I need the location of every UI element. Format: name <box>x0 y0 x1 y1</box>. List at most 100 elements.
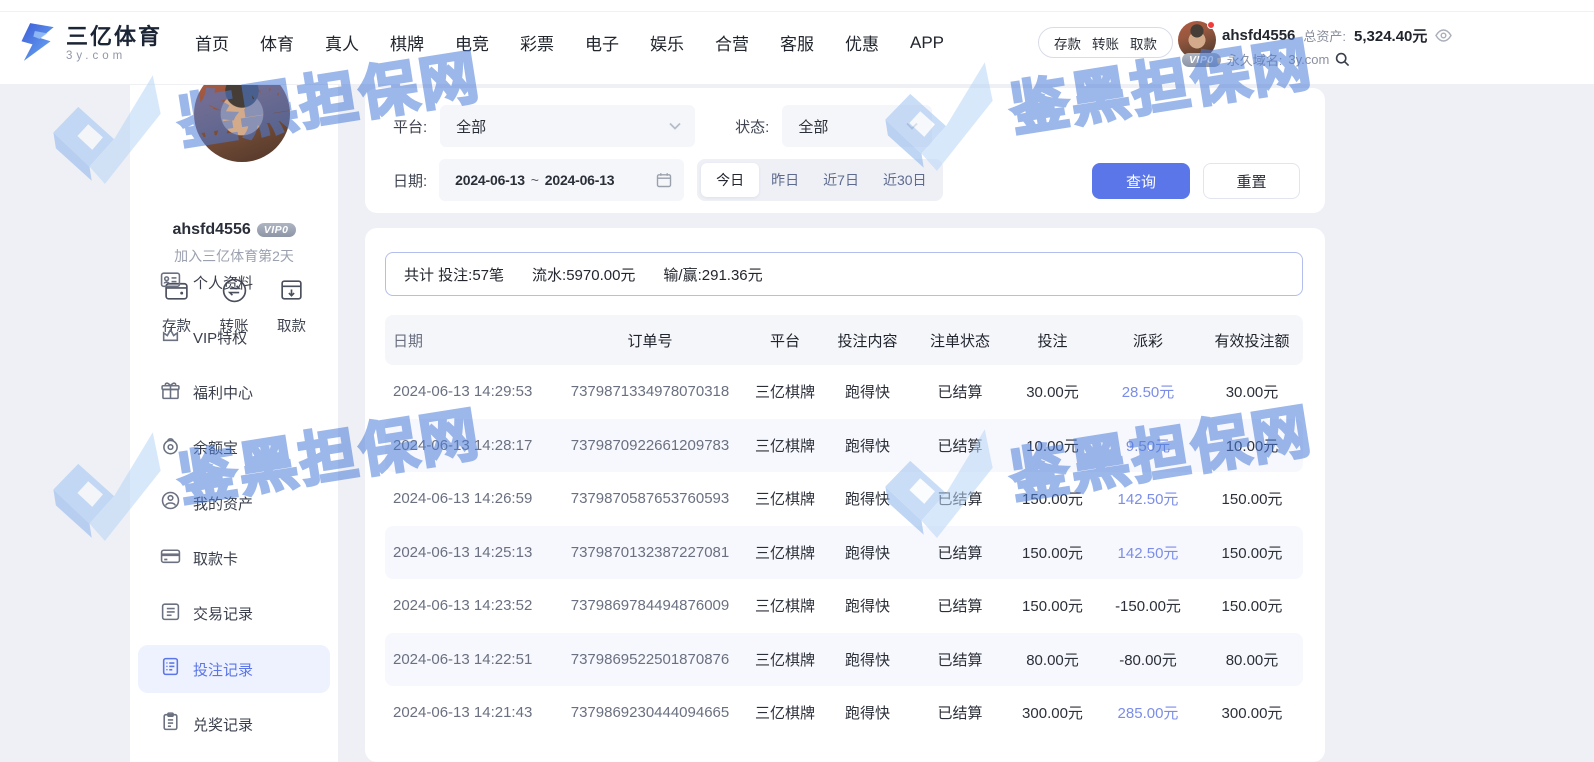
col-content: 投注内容 <box>825 330 910 351</box>
cell-platform: 三亿棋牌 <box>745 488 825 509</box>
cell-bet: 10.00元 <box>1010 435 1095 456</box>
cell-date: 2024-06-13 14:26:59 <box>385 490 555 507</box>
profile-name: ahsfd4556 <box>172 221 250 239</box>
range-today[interactable]: 今日 <box>701 163 759 197</box>
table-body: 2024-06-13 14:29:53 7379871334978070318 … <box>385 365 1303 740</box>
logo-text: 三亿体育 3y.com <box>66 25 162 64</box>
eye-icon[interactable] <box>1435 29 1452 42</box>
status-select[interactable]: 全部 <box>782 105 932 147</box>
cell-status: 已结算 <box>910 595 1010 616</box>
cell-status: 已结算 <box>910 649 1010 670</box>
nav-item-lottery[interactable]: 彩票 <box>520 30 554 55</box>
cell-status: 已结算 <box>910 702 1010 723</box>
summary-total: 共计 投注:57笔 <box>404 264 504 285</box>
transfer-link[interactable]: 转账 <box>1092 33 1119 53</box>
cell-content: 跑得快 <box>825 381 910 402</box>
sidebar-item-yuebao[interactable]: 余额宝 <box>138 424 330 472</box>
col-bet: 投注 <box>1010 330 1095 351</box>
search-icon[interactable] <box>1335 52 1350 67</box>
cell-content: 跑得快 <box>825 435 910 456</box>
platform-select[interactable]: 全部 <box>440 105 695 147</box>
cell-platform: 三亿棋牌 <box>745 381 825 402</box>
gift-icon <box>160 380 181 406</box>
cell-payout: 28.50元 <box>1095 381 1201 402</box>
cell-order: 7379870132387227081 <box>555 544 745 561</box>
nav-item-promo[interactable]: 优惠 <box>845 30 879 55</box>
reset-button[interactable]: 重置 <box>1203 163 1300 199</box>
sidebar-item-label: 交易记录 <box>193 603 253 624</box>
nav-item-live[interactable]: 真人 <box>325 30 359 55</box>
domain-label: 永久域名: <box>1227 50 1283 69</box>
nav-item-app[interactable]: APP <box>910 33 944 53</box>
cell-content: 跑得快 <box>825 702 910 723</box>
cell-content: 跑得快 <box>825 542 910 563</box>
range-30days[interactable]: 近30日 <box>871 163 939 197</box>
nav-item-partner[interactable]: 合营 <box>715 30 749 55</box>
bet-records-panel: 共计 投注:57笔 流水:5970.00元 输/赢:291.36元 日期 订单号… <box>365 228 1325 762</box>
range-yesterday[interactable]: 昨日 <box>759 163 811 197</box>
sidebar-item-label: 兑奖记录 <box>193 714 253 735</box>
date-range-input[interactable]: 2024-06-13~2024-06-13 <box>439 159 684 201</box>
col-valid: 有效投注额 <box>1201 330 1303 351</box>
cell-bet: 150.00元 <box>1010 542 1095 563</box>
id-card-icon <box>160 269 181 295</box>
sidebar-item-transactions[interactable]: 交易记录 <box>138 590 330 638</box>
search-button[interactable]: 查询 <box>1092 163 1190 199</box>
sidebar-item-redeem-records[interactable]: 兑奖记录 <box>138 700 330 748</box>
withdraw-link[interactable]: 取款 <box>1130 33 1157 53</box>
nav-item-sports[interactable]: 体育 <box>260 30 294 55</box>
crown-icon <box>160 324 181 350</box>
logo-title: 三亿体育 <box>66 25 162 49</box>
range-7days[interactable]: 近7日 <box>811 163 871 197</box>
nav-item-slots[interactable]: 电子 <box>585 30 619 55</box>
sidebar-menu: 个人资料 VIP特权 福利中心 <box>130 258 338 756</box>
nav-item-chess[interactable]: 棋牌 <box>390 30 424 55</box>
nav-item-home[interactable]: 首页 <box>195 30 229 55</box>
platform-label: 平台: <box>393 116 427 137</box>
cell-order: 7379871334978070318 <box>555 383 745 400</box>
calendar-icon[interactable] <box>656 172 672 188</box>
deposit-link[interactable]: 存款 <box>1054 33 1081 53</box>
site-logo[interactable]: 三亿体育 3y.com <box>16 20 162 69</box>
sidebar-item-label: 福利中心 <box>193 382 253 403</box>
sidebar-item-label: 我的资产 <box>193 493 253 514</box>
summary-bar: 共计 投注:57笔 流水:5970.00元 输/赢:291.36元 <box>385 252 1303 296</box>
table-header-row: 日期 订单号 平台 投注内容 注单状态 投注 派彩 有效投注额 <box>385 315 1303 365</box>
transaction-icon <box>160 601 181 627</box>
sidebar-item-withdraw-card[interactable]: 取款卡 <box>138 534 330 582</box>
cell-order: 7379869784494876009 <box>555 597 745 614</box>
chevron-down-icon <box>906 122 918 130</box>
table-row: 2024-06-13 14:29:53 7379871334978070318 … <box>385 365 1303 419</box>
cell-status: 已结算 <box>910 488 1010 509</box>
vip-badge: VIP0 <box>1182 53 1221 67</box>
cell-date: 2024-06-13 14:29:53 <box>385 383 555 400</box>
cell-valid: 10.00元 <box>1201 435 1303 456</box>
filter-panel: 平台: 全部 状态: 全部 日期: 2024-06-13~2024-06-13 <box>365 88 1325 213</box>
col-payout: 派彩 <box>1095 330 1201 351</box>
assets-label: 总资产: <box>1303 26 1346 45</box>
table-row: 2024-06-13 14:28:17 7379870922661209783 … <box>385 419 1303 473</box>
cell-bet: 150.00元 <box>1010 595 1095 616</box>
page: 三亿体育 3y.com 首页 体育 真人 棋牌 电竞 彩票 电子 娱乐 合营 客… <box>0 0 1594 762</box>
sidebar-item-welfare[interactable]: 福利中心 <box>138 369 330 417</box>
nav-item-entertainment[interactable]: 娱乐 <box>650 30 684 55</box>
date-start: 2024-06-13 <box>455 172 525 188</box>
sidebar-item-profile[interactable]: 个人资料 <box>138 258 330 306</box>
logo-domain: 3y.com <box>66 49 162 64</box>
sidebar: ahsfd4556 VIP0 加入三亿体育第2天 存款 <box>130 85 338 762</box>
cell-valid: 30.00元 <box>1201 381 1303 402</box>
table-row: 2024-06-13 14:22:51 7379869522501870876 … <box>385 633 1303 687</box>
cell-payout: -150.00元 <box>1095 595 1201 616</box>
header-user-info: ahsfd4556 总资产: 5,324.40元 VIP0 永久域名: 3y.c… <box>1222 25 1452 69</box>
nav-item-service[interactable]: 客服 <box>780 30 814 55</box>
nav-item-esports[interactable]: 电竞 <box>455 30 489 55</box>
coin-icon <box>160 435 181 461</box>
cell-valid: 300.00元 <box>1201 702 1303 723</box>
sidebar-item-label: 余额宝 <box>193 437 238 458</box>
sidebar-item-vip[interactable]: VIP特权 <box>138 313 330 361</box>
cell-order: 7379870587653760593 <box>555 490 745 507</box>
cell-valid: 150.00元 <box>1201 595 1303 616</box>
sidebar-item-assets[interactable]: 我的资产 <box>138 479 330 527</box>
sidebar-item-bet-records[interactable]: 投注记录 <box>138 645 330 693</box>
chevron-down-icon <box>669 122 681 130</box>
